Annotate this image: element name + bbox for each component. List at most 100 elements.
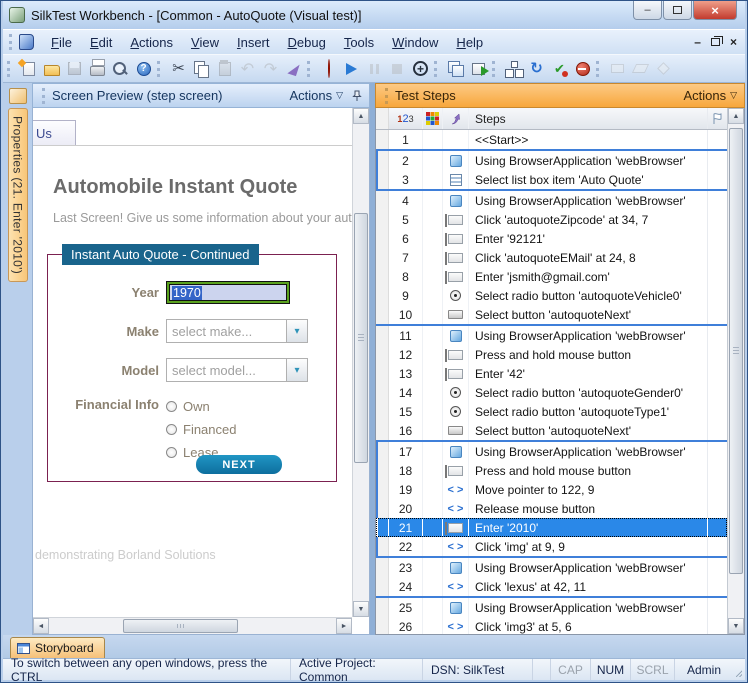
radio-icon[interactable] xyxy=(166,401,177,412)
test-step-row[interactable]: 11Using BrowserApplication 'webBrowser' xyxy=(376,326,727,345)
year-input[interactable]: 1970 xyxy=(169,284,287,301)
test-step-row[interactable]: 24Click 'lexus' at 42, 11 xyxy=(376,577,727,596)
next-button[interactable]: NEXT xyxy=(196,455,282,474)
radio-option-own[interactable]: Own xyxy=(166,399,236,414)
step-text[interactable]: Using BrowserApplication 'webBrowser' xyxy=(469,442,707,461)
scroll-up-icon[interactable]: ▲ xyxy=(728,108,744,124)
step-text[interactable]: Click 'img' at 9, 9 xyxy=(469,537,707,556)
test-step-row[interactable]: 5Click 'autoquoteZipcode' at 34, 7 xyxy=(376,210,727,229)
pin-icon[interactable] xyxy=(352,90,362,102)
toolbar-grip[interactable] xyxy=(492,61,497,77)
screen-column-icon[interactable] xyxy=(423,108,443,129)
test-step-row[interactable]: 18Press and hold mouse button xyxy=(376,461,727,480)
test-step-row[interactable]: 10Select button 'autoquoteNext' xyxy=(376,305,727,324)
record-icon[interactable] xyxy=(318,59,339,79)
test-step-row[interactable]: 14Select radio button 'autoquoteGender0' xyxy=(376,383,727,402)
step-text[interactable]: <<Start>> xyxy=(469,130,707,149)
scroll-right-icon[interactable]: ► xyxy=(336,618,352,634)
refresh-icon[interactable] xyxy=(526,59,547,79)
mdi-restore-button[interactable] xyxy=(711,38,720,46)
model-dropdown-button[interactable]: ▾ xyxy=(286,359,307,381)
scroll-down-icon[interactable]: ▼ xyxy=(728,618,744,634)
row-number-column-icon[interactable]: 123 xyxy=(389,108,423,129)
flag-column-icon[interactable] xyxy=(707,108,727,129)
mdi-minimize-button[interactable]: – xyxy=(694,36,701,48)
step-text[interactable]: Using BrowserApplication 'webBrowser' xyxy=(469,598,707,617)
panel-grip[interactable] xyxy=(42,88,47,104)
menu-tools[interactable]: Tools xyxy=(335,32,383,53)
radio-icon[interactable] xyxy=(166,447,177,458)
step-text[interactable]: Release mouse button xyxy=(469,499,707,518)
open-icon[interactable] xyxy=(41,59,62,79)
step-text[interactable]: Click 'autoquoteEMail' at 24, 8 xyxy=(469,248,707,267)
step-text[interactable]: Click 'img3' at 5, 6 xyxy=(469,617,707,634)
test-step-row[interactable]: 3Select list box item 'Auto Quote' xyxy=(376,170,727,189)
toolbar-grip[interactable] xyxy=(596,61,601,77)
export-icon[interactable] xyxy=(468,59,489,79)
window-copy-icon[interactable] xyxy=(445,59,466,79)
test-step-row[interactable]: 21Enter '2010' xyxy=(376,518,727,537)
screen-preview-actions-menu[interactable]: Actions ▽ xyxy=(289,88,343,103)
menu-actions[interactable]: Actions xyxy=(121,32,182,53)
help-icon[interactable] xyxy=(133,59,154,79)
menu-view[interactable]: View xyxy=(182,32,228,53)
flow-icon[interactable] xyxy=(503,59,524,79)
action-column-icon[interactable] xyxy=(443,108,469,129)
scroll-left-icon[interactable]: ◄ xyxy=(33,618,49,634)
resize-grip[interactable] xyxy=(733,659,745,680)
new-file-icon[interactable] xyxy=(18,59,39,79)
step-text[interactable]: Click 'autoquoteZipcode' at 34, 7 xyxy=(469,210,707,229)
verify-icon[interactable] xyxy=(549,59,570,79)
test-step-row[interactable]: 8Enter 'jsmith@gmail.com' xyxy=(376,267,727,286)
make-dropdown-button[interactable]: ▾ xyxy=(286,320,307,342)
test-step-row[interactable]: 4Using BrowserApplication 'webBrowser' xyxy=(376,191,727,210)
test-step-row[interactable]: 7Click 'autoquoteEMail' at 24, 8 xyxy=(376,248,727,267)
scroll-up-icon[interactable]: ▲ xyxy=(353,108,369,124)
step-text[interactable]: Enter 'jsmith@gmail.com' xyxy=(469,267,707,286)
model-select[interactable]: select model... ▾ xyxy=(166,358,308,382)
step-text[interactable]: Select button 'autoquoteNext' xyxy=(469,421,707,440)
scrollbar-thumb[interactable] xyxy=(354,213,368,463)
stop-error-icon[interactable] xyxy=(572,59,593,79)
toolbar-grip[interactable] xyxy=(434,61,439,77)
close-button[interactable]: × xyxy=(693,1,737,20)
panel-grip[interactable] xyxy=(385,88,390,104)
scrollbar-thumb[interactable] xyxy=(123,619,238,633)
test-step-row[interactable]: 16Select button 'autoquoteNext' xyxy=(376,421,727,440)
test-step-row[interactable]: 26Click 'img3' at 5, 6 xyxy=(376,617,727,634)
test-step-row[interactable]: 22Click 'img' at 9, 9 xyxy=(376,537,727,556)
menu-file[interactable]: File xyxy=(42,32,81,53)
preview-horizontal-scrollbar[interactable]: ◄ ► xyxy=(33,617,352,634)
test-step-row[interactable]: 1<<Start>> xyxy=(376,130,727,149)
steps-column-header[interactable]: Steps xyxy=(469,108,707,129)
debug-arrow-icon[interactable] xyxy=(283,59,304,79)
test-step-row[interactable]: 17Using BrowserApplication 'webBrowser' xyxy=(376,442,727,461)
test-step-row[interactable]: 23Using BrowserApplication 'webBrowser' xyxy=(376,558,727,577)
test-step-row[interactable]: 2Using BrowserApplication 'webBrowser' xyxy=(376,151,727,170)
menu-edit[interactable]: Edit xyxy=(81,32,121,53)
toolbar-grip[interactable] xyxy=(307,61,312,77)
toolbar-grip[interactable] xyxy=(7,61,12,77)
test-step-row[interactable]: 20Release mouse button xyxy=(376,499,727,518)
maximize-button[interactable] xyxy=(663,1,692,20)
menu-help[interactable]: Help xyxy=(447,32,492,53)
copy-icon[interactable] xyxy=(191,59,212,79)
identify-icon[interactable] xyxy=(410,59,431,79)
step-text[interactable]: Using BrowserApplication 'webBrowser' xyxy=(469,191,707,210)
toolbar-grip[interactable] xyxy=(157,61,162,77)
step-text[interactable]: Using BrowserApplication 'webBrowser' xyxy=(469,151,707,170)
step-text[interactable]: Select list box item 'Auto Quote' xyxy=(469,170,707,189)
step-text[interactable]: Enter '42' xyxy=(469,364,707,383)
test-step-row[interactable]: 12Press and hold mouse button xyxy=(376,345,727,364)
menu-insert[interactable]: Insert xyxy=(228,32,279,53)
test-step-row[interactable]: 13Enter '42' xyxy=(376,364,727,383)
make-select[interactable]: select make... ▾ xyxy=(166,319,308,343)
step-text[interactable]: Using BrowserApplication 'webBrowser' xyxy=(469,558,707,577)
radio-option-financed[interactable]: Financed xyxy=(166,422,236,437)
preview-icon[interactable] xyxy=(110,59,131,79)
step-text[interactable]: Enter '2010' xyxy=(469,518,707,537)
play-icon[interactable] xyxy=(341,59,362,79)
test-step-row[interactable]: 15Select radio button 'autoquoteType1' xyxy=(376,402,727,421)
scroll-down-icon[interactable]: ▼ xyxy=(353,601,369,617)
test-step-row[interactable]: 25Using BrowserApplication 'webBrowser' xyxy=(376,598,727,617)
